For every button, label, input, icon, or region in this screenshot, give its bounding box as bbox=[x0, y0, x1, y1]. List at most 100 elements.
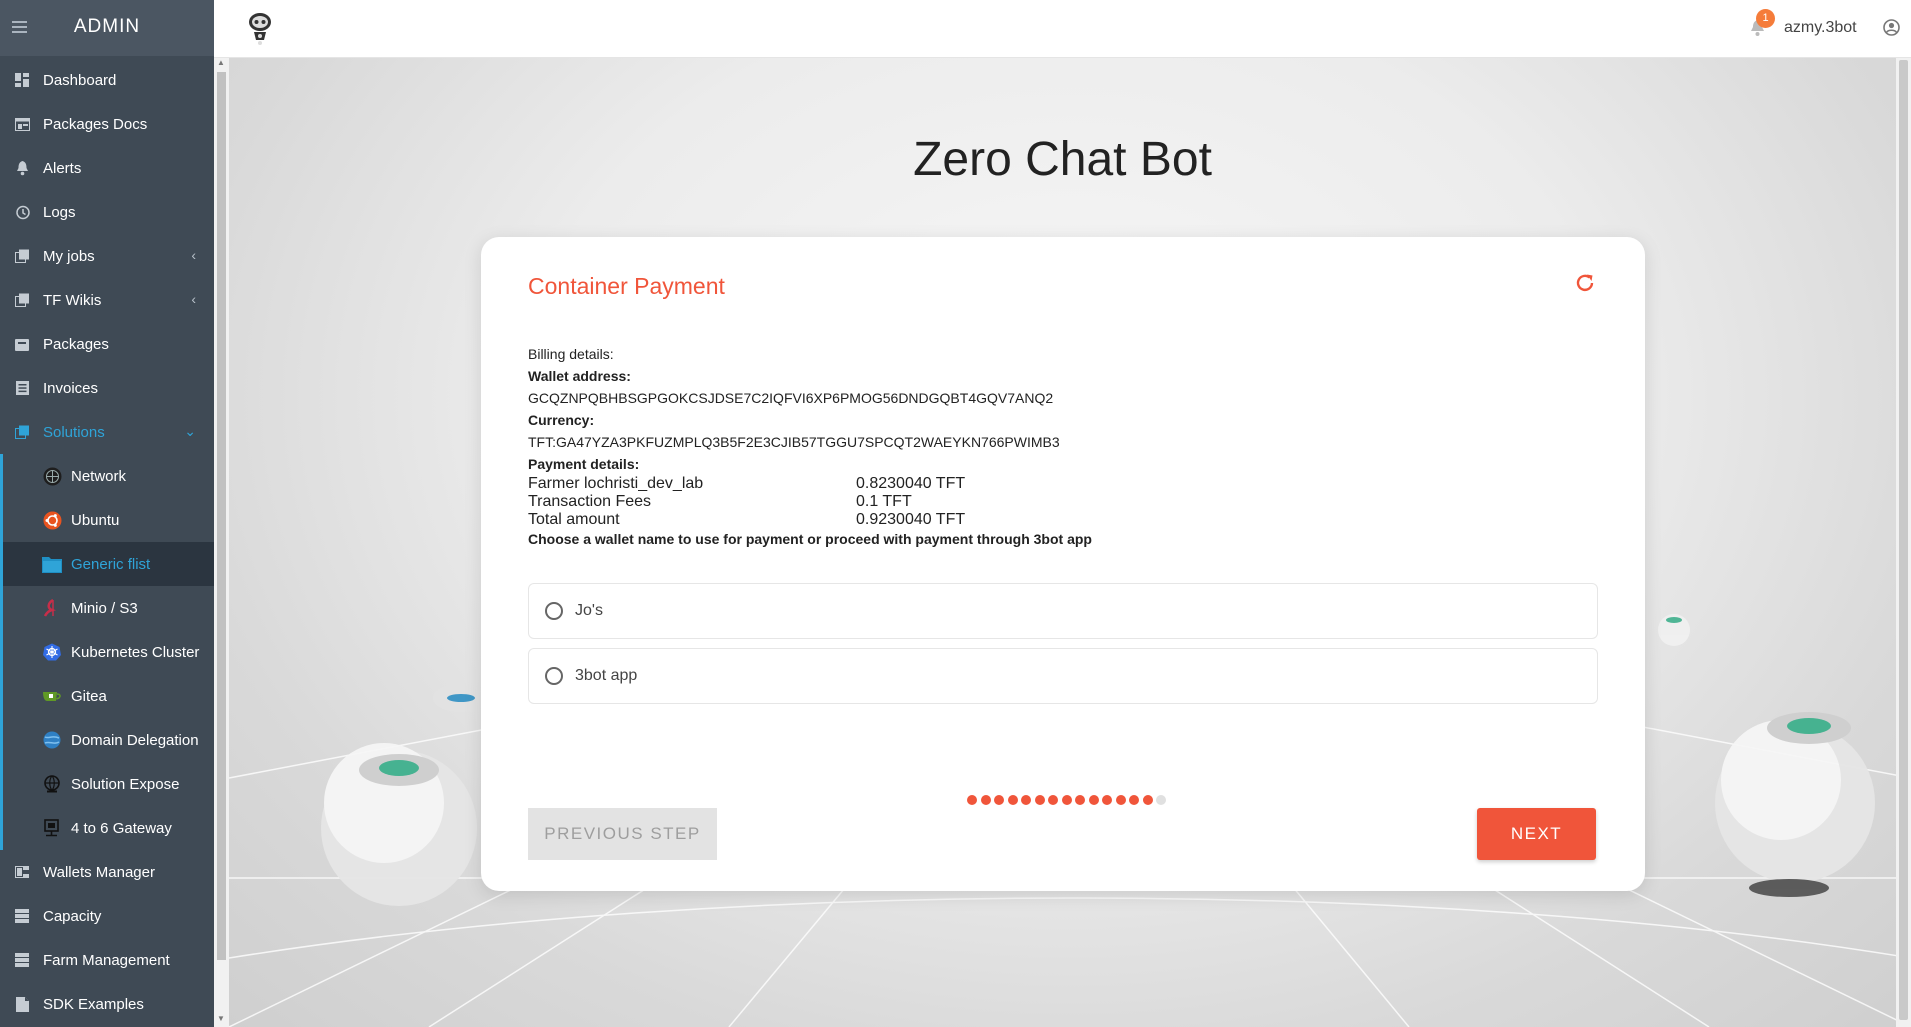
refresh-icon[interactable] bbox=[1574, 272, 1596, 299]
step-dot-complete bbox=[1142, 795, 1153, 805]
payment-row-amount: 0.8230040 TFT bbox=[856, 475, 966, 492]
step-dot-complete bbox=[1102, 795, 1112, 805]
username[interactable]: azmy.3bot bbox=[1784, 19, 1857, 37]
notification-badge[interactable]: 1 bbox=[1756, 9, 1775, 28]
sphere-right bbox=[1715, 712, 1875, 897]
choose-wallet-text: Choose a wallet name to use for payment … bbox=[528, 531, 1092, 547]
previous-step-button[interactable]: PREVIOUS STEP bbox=[528, 808, 717, 860]
folder-icon bbox=[42, 554, 62, 574]
sidebar-item-my-jobs[interactable]: My jobs ‹ bbox=[0, 234, 214, 278]
sidebar-item-sdk-examples[interactable]: SDK Examples bbox=[0, 982, 214, 1026]
sidebar-item-domain-delegation[interactable]: Domain Delegation bbox=[3, 718, 214, 762]
wallet-address: GCQZNPQBHBSGPGOKCSJDSE7C2IQFVI6XP6PMOG56… bbox=[528, 390, 1054, 406]
sidebar-item-label: Capacity bbox=[43, 907, 102, 925]
account-circle-icon[interactable] bbox=[1883, 19, 1900, 41]
step-dot-complete bbox=[1034, 795, 1045, 805]
sidebar-item-packages-docs[interactable]: Packages Docs bbox=[0, 102, 214, 146]
wallet-option-3bot-app[interactable]: 3bot app bbox=[528, 648, 1598, 704]
sidebar-scroll-thumb[interactable] bbox=[217, 72, 226, 960]
sidebar-item-label: Generic flist bbox=[71, 555, 151, 573]
sidebar-item-solution-expose[interactable]: Solution Expose bbox=[3, 762, 214, 806]
sidebar-item-4-to-6-gateway[interactable]: 4 to 6 Gateway bbox=[3, 806, 214, 850]
step-dot-complete bbox=[1061, 795, 1072, 805]
scroll-down-icon[interactable]: ▼ bbox=[217, 1014, 225, 1023]
sidebar-item-label: Dashboard bbox=[43, 71, 117, 89]
chevron-left-icon: ‹ bbox=[191, 247, 196, 263]
bot-logo-icon[interactable] bbox=[248, 12, 272, 51]
step-dot-complete bbox=[1048, 795, 1058, 805]
sidebar-item-capacity[interactable]: Capacity bbox=[0, 894, 214, 938]
sidebar-item-tf-wikis[interactable]: TF Wikis ‹ bbox=[0, 278, 214, 322]
next-button[interactable]: NEXT bbox=[1477, 808, 1596, 860]
step-dot-complete bbox=[1115, 795, 1126, 805]
sidebar-item-network[interactable]: Network bbox=[3, 454, 214, 498]
card-title: Container Payment bbox=[528, 273, 725, 299]
sidebar-item-label: Invoices bbox=[43, 379, 99, 397]
sidebar-item-label: Packages bbox=[43, 335, 109, 353]
step-dot-complete bbox=[1007, 795, 1018, 805]
sidebar-item-minio[interactable]: Minio / S3 bbox=[3, 586, 214, 630]
sidebar-item-label: Packages Docs bbox=[43, 115, 148, 133]
sidebar-item-invoices[interactable]: Invoices bbox=[0, 366, 214, 410]
sidebar-item-generic-flist[interactable]: Generic flist bbox=[3, 542, 214, 586]
sidebar-item-alerts[interactable]: Alerts bbox=[0, 146, 214, 190]
gateway-icon bbox=[42, 818, 62, 838]
step-dot-complete bbox=[1088, 795, 1099, 805]
currency-value: TFT:GA47YZA3PKFUZMPLQ3B5F2E3CJIB57TGGU7S… bbox=[528, 434, 1060, 450]
sidebar-item-solutions[interactable]: Solutions ⌄ bbox=[0, 410, 214, 454]
currency-label: Currency: bbox=[528, 412, 595, 428]
sidebar-item-label: TF Wikis bbox=[43, 291, 102, 309]
sidebar-item-kubernetes[interactable]: Kubernetes Cluster bbox=[3, 630, 214, 674]
sidebar-item-label: SDK Examples bbox=[43, 995, 144, 1013]
wiki-icon bbox=[13, 292, 31, 308]
billing-label: Billing details: bbox=[528, 346, 614, 362]
billing-details: Billing details: Wallet address: GCQZNPQ… bbox=[528, 343, 1092, 549]
chevron-left-icon: ‹ bbox=[191, 291, 196, 307]
capacity-icon bbox=[13, 908, 31, 924]
sphere-left bbox=[321, 743, 477, 906]
expose-icon bbox=[42, 774, 62, 794]
payment-row-amount: 0.1 TFT bbox=[856, 493, 912, 510]
radio-button[interactable] bbox=[545, 667, 563, 685]
sidebar-scrollbar[interactable]: ▲ ▼ bbox=[214, 56, 229, 1027]
payment-details-label: Payment details: bbox=[528, 456, 640, 472]
step-dot-pending bbox=[1156, 795, 1166, 805]
payment-details-table: Farmer lochristi_dev_lab 0.8230040 TFT T… bbox=[528, 475, 1092, 529]
step-dot-complete bbox=[994, 795, 1004, 805]
page-title: Zero Chat Bot bbox=[913, 133, 1212, 186]
wallet-option-jos[interactable]: Jo's bbox=[528, 583, 1598, 639]
sidebar-item-label: Network bbox=[71, 467, 127, 485]
solutions-submenu: Network Ubuntu Generic flist Minio / S3 … bbox=[0, 454, 214, 850]
sidebar-item-label: Solutions bbox=[43, 423, 105, 441]
sidebar-item-ubuntu[interactable]: Ubuntu bbox=[3, 498, 214, 542]
invoice-icon bbox=[13, 380, 31, 396]
sidebar-item-packages[interactable]: Packages bbox=[0, 322, 214, 366]
sidebar: ADMIN Dashboard Packages Docs Alerts Log… bbox=[0, 0, 214, 1027]
radio-button[interactable] bbox=[545, 602, 563, 620]
payment-row-name: Farmer lochristi_dev_lab bbox=[528, 475, 704, 492]
sidebar-item-logs[interactable]: Logs bbox=[0, 190, 214, 234]
sidebar-item-dashboard[interactable]: Dashboard bbox=[0, 58, 214, 102]
sidebar-item-farm-management[interactable]: Farm Management bbox=[0, 938, 214, 982]
step-dot-complete bbox=[1129, 795, 1139, 805]
main-scrollbar[interactable] bbox=[1896, 58, 1911, 1027]
sidebar-item-label: Minio / S3 bbox=[71, 599, 138, 617]
sidebar-item-label: Kubernetes Cluster bbox=[71, 643, 200, 661]
top-bar: 1 azmy.3bot bbox=[214, 0, 1911, 58]
step-dot-complete bbox=[1021, 795, 1031, 805]
sidebar-title: ADMIN bbox=[73, 16, 141, 37]
step-dot-complete bbox=[967, 795, 977, 805]
wallet-label: Wallet address: bbox=[528, 368, 631, 384]
farm-icon bbox=[13, 952, 31, 968]
main-scroll-thumb[interactable] bbox=[1899, 60, 1908, 1020]
step-progress bbox=[967, 795, 1170, 805]
docs-icon bbox=[13, 116, 31, 132]
kubernetes-icon bbox=[42, 642, 62, 662]
scroll-up-icon[interactable]: ▲ bbox=[217, 58, 225, 67]
sidebar-item-gitea[interactable]: Gitea bbox=[3, 674, 214, 718]
sidebar-item-wallets-manager[interactable]: Wallets Manager bbox=[0, 850, 214, 894]
sidebar-item-label: Logs bbox=[43, 203, 76, 221]
sidebar-item-label: Farm Management bbox=[43, 951, 170, 969]
package-icon bbox=[13, 336, 31, 352]
sidebar-item-label: Domain Delegation bbox=[71, 731, 199, 749]
